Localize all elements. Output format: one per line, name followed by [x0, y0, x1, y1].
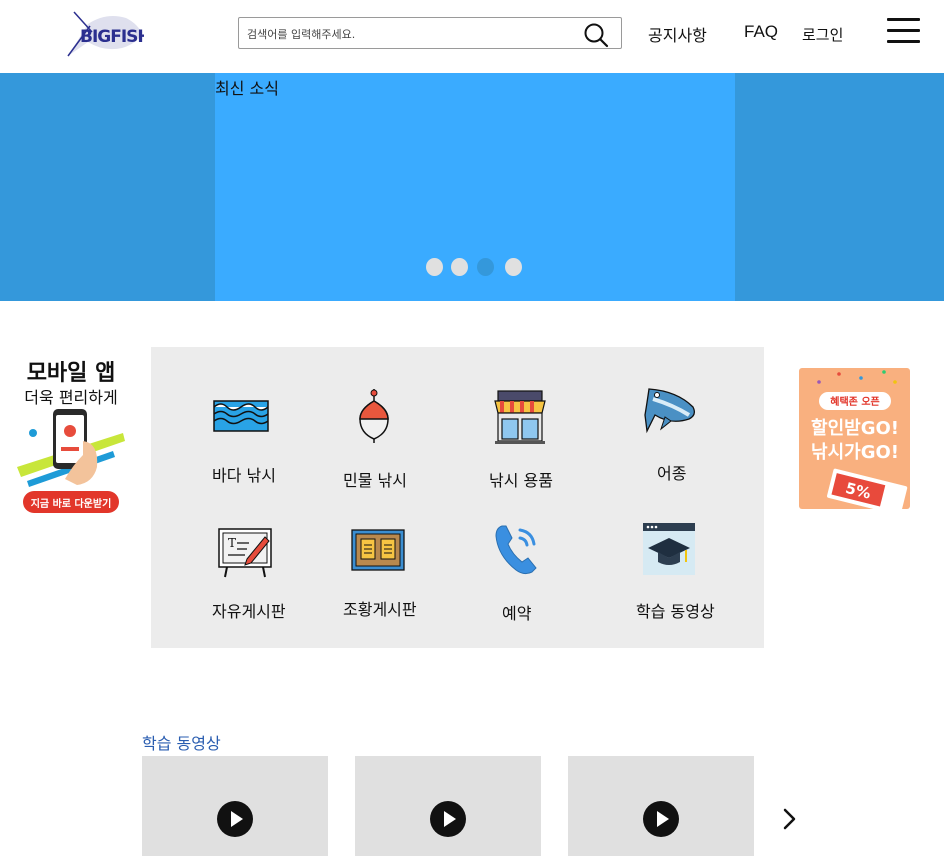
benefit-zone-banner[interactable]: 혜택존 오픈 할인받GO! 낚시가GO! 5%	[799, 368, 910, 509]
fishing-float-icon	[359, 389, 389, 443]
graduation-video-icon	[643, 523, 695, 575]
app-banner-line2: 더욱 편리하게	[24, 388, 117, 407]
category-catch-report-board[interactable]: 조황게시판	[341, 522, 441, 622]
category-learning-video[interactable]: 학습 동영상	[636, 522, 746, 622]
hero-slide[interactable]: 최신 소식	[215, 73, 735, 301]
carousel-dot-3[interactable]	[477, 258, 494, 276]
app-banner-line1: 모바일 앱	[27, 361, 116, 386]
search-input[interactable]	[247, 24, 567, 44]
nav-login-link[interactable]: 로그인	[802, 24, 843, 45]
category-fish-species[interactable]: 어종	[641, 385, 721, 485]
search-icon[interactable]	[583, 22, 609, 48]
category-label: 자유게시판	[212, 602, 286, 621]
category-free-board[interactable]: T 자유게시판	[209, 522, 309, 622]
category-grid: 바다 낚시 민물 낚시 낚시 용품 어종 T 자유게시판 조황게시판 예약 학습…	[151, 347, 764, 648]
hero-banner: 최신 소식	[0, 73, 944, 301]
video-card-1[interactable]	[142, 756, 328, 856]
waves-icon	[213, 400, 269, 432]
board-icon: T	[218, 528, 272, 578]
carousel-dot-2[interactable]	[451, 258, 468, 276]
benefit-line1: 할인받GO!	[811, 417, 899, 439]
bigfish-logo[interactable]: BIGFISH	[66, 10, 152, 58]
logo-text: BIGFISH	[80, 27, 144, 47]
category-label: 예약	[502, 604, 532, 623]
play-icon	[217, 801, 253, 837]
nav-notice-link[interactable]: 공지사항	[648, 22, 707, 46]
category-label: 조황게시판	[343, 600, 417, 619]
category-freshwater-fishing[interactable]: 민물 낚시	[341, 387, 431, 492]
hero-title: 최신 소식	[215, 79, 279, 98]
phone-icon	[495, 525, 537, 575]
nav-faq-link[interactable]: FAQ	[744, 22, 778, 42]
chevron-right-icon[interactable]	[780, 806, 798, 832]
play-icon	[643, 801, 679, 837]
category-label: 낚시 용품	[489, 471, 553, 490]
report-board-icon	[351, 529, 405, 571]
benefit-line2: 낚시가GO!	[811, 442, 899, 463]
carousel-dot-1[interactable]	[426, 258, 443, 276]
benefit-tag: 혜택존 오픈	[830, 395, 879, 408]
store-icon	[494, 390, 546, 444]
category-reservation[interactable]: 예약	[486, 522, 566, 623]
video-section-heading: 학습 동영상	[142, 734, 221, 753]
fish-icon	[644, 388, 695, 434]
category-label: 민물 낚시	[343, 471, 407, 490]
video-card-2[interactable]	[355, 756, 541, 856]
app-banner-button: 지금 바로 다운받기	[31, 497, 112, 510]
site-header: BIGFISH 공지사항 FAQ 로그인	[0, 0, 944, 73]
video-card-3[interactable]	[568, 756, 754, 856]
mobile-app-banner[interactable]: 모바일 앱 더욱 편리하게 지금 바로 다운받기	[13, 355, 129, 517]
category-label: 바다 낚시	[212, 466, 276, 485]
category-sea-fishing[interactable]: 바다 낚시	[209, 392, 299, 487]
category-label: 학습 동영상	[636, 602, 715, 621]
search-box	[238, 17, 622, 49]
category-fishing-gear[interactable]: 낚시 용품	[486, 387, 576, 492]
menu-icon[interactable]	[887, 18, 920, 44]
category-label: 어종	[657, 464, 687, 483]
carousel-dot-4[interactable]	[505, 258, 522, 276]
play-icon	[430, 801, 466, 837]
svg-text:T: T	[228, 536, 236, 550]
